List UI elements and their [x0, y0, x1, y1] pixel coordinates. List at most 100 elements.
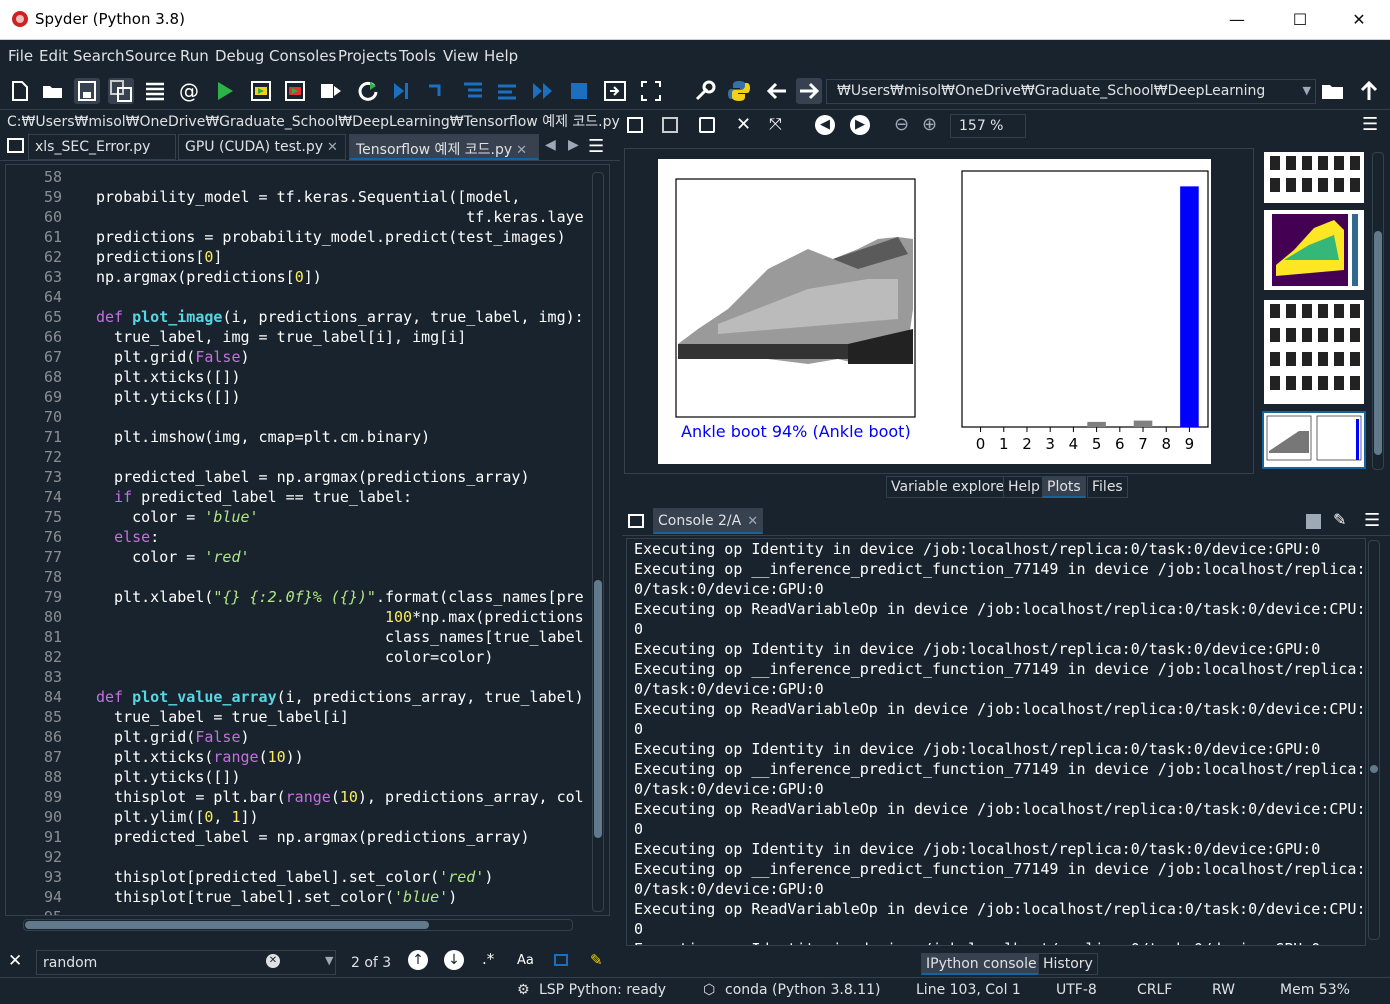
tab-history[interactable]: History — [1038, 953, 1098, 975]
editor-horizontal-scroll-thumb[interactable] — [25, 921, 429, 929]
run-icon[interactable] — [212, 78, 238, 104]
environment-status[interactable]: conda (Python 3.8.11) — [725, 982, 880, 998]
menu-source[interactable]: Source — [125, 47, 177, 65]
minimize-button[interactable]: — — [1214, 6, 1260, 34]
zoom-out-icon[interactable]: ⊖ — [894, 114, 909, 135]
tab-scroll-right-icon[interactable]: ▶ — [568, 137, 579, 153]
fullscreen-icon[interactable] — [638, 78, 664, 104]
code-line[interactable]: 80 100*np.max(predictions — [6, 608, 606, 628]
code-line[interactable]: 75 color = 'blue' — [6, 508, 606, 528]
clear-console-icon[interactable]: ✎ — [1333, 510, 1346, 529]
code-line[interactable]: 73 predicted_label = np.argmax(predictio… — [6, 468, 606, 488]
stop-icon[interactable] — [566, 78, 592, 104]
wrench-icon[interactable] — [692, 78, 718, 104]
step-into-icon[interactable] — [460, 78, 486, 104]
lsp-status[interactable]: LSP Python: ready — [539, 982, 666, 998]
code-line[interactable]: 86 plt.grid(False) — [6, 728, 606, 748]
code-line[interactable]: 67 plt.grid(False) — [6, 348, 606, 368]
run-selection-icon[interactable] — [318, 78, 344, 104]
code-line[interactable]: 66 true_label, img = true_label[i], img[… — [6, 328, 606, 348]
console-vertical-scrollbar[interactable] — [1368, 540, 1380, 940]
close-find-icon[interactable]: ✕ — [8, 951, 22, 971]
plot-thumbnail-2[interactable] — [1262, 208, 1366, 292]
code-line[interactable]: 95 — [6, 908, 606, 915]
editor-vertical-scroll-thumb[interactable] — [594, 580, 602, 838]
code-line[interactable]: 91 predicted_label = np.argmax(predictio… — [6, 828, 606, 848]
code-line[interactable]: 76 else: — [6, 528, 606, 548]
code-line[interactable]: 70 — [6, 408, 606, 428]
code-line[interactable]: 74 if predicted_label == true_label: — [6, 488, 606, 508]
code-line[interactable]: 64 — [6, 288, 606, 308]
code-line[interactable]: 61 predictions = probability_model.predic… — [6, 228, 606, 248]
editor-options-menu-icon[interactable]: ☰ — [588, 136, 604, 157]
tab-files[interactable]: Files — [1087, 476, 1128, 498]
close-tab-icon[interactable]: ✕ — [516, 143, 527, 158]
tab-help[interactable]: Help — [1003, 476, 1045, 498]
code-line[interactable]: 88 plt.yticks([]) — [6, 768, 606, 788]
run-cell-advance-icon[interactable] — [282, 78, 308, 104]
debug-icon[interactable] — [388, 78, 414, 104]
tab-variable-explorer[interactable]: Variable explorer — [886, 476, 1015, 498]
interrupt-kernel-icon[interactable] — [1306, 514, 1321, 529]
plot-thumbnail-3[interactable] — [1262, 298, 1366, 406]
code-line[interactable]: 90 plt.ylim([0, 1]) — [6, 808, 606, 828]
zoom-level-field[interactable]: 157 % — [950, 114, 1026, 138]
code-line[interactable]: 58 — [6, 168, 606, 188]
code-line[interactable]: 72 — [6, 448, 606, 468]
copy-plot-icon[interactable] — [699, 117, 715, 133]
menu-edit[interactable]: Edit — [39, 47, 68, 65]
python-icon[interactable] — [726, 78, 752, 104]
menu-view[interactable]: View — [443, 47, 479, 65]
browse-consoles-icon[interactable] — [628, 514, 644, 528]
code-line[interactable]: 65 def plot_image(i, predictions_array, t… — [6, 308, 606, 328]
code-line[interactable]: 84 def plot_value_array(i, predictions_ar… — [6, 688, 606, 708]
code-line[interactable]: 71 plt.imshow(img, cmap=plt.cm.binary) — [6, 428, 606, 448]
whole-word-icon[interactable] — [554, 954, 568, 966]
plots-options-menu-icon[interactable]: ☰ — [1362, 114, 1378, 135]
code-line[interactable]: 68 plt.xticks([]) — [6, 368, 606, 388]
case-sensitive-button[interactable]: Aa — [517, 953, 534, 968]
at-icon[interactable]: @ — [176, 78, 202, 104]
run-cell-icon[interactable] — [248, 78, 274, 104]
menu-search[interactable]: Search — [73, 47, 125, 65]
close-tab-icon[interactable]: ✕ — [327, 140, 338, 155]
code-line[interactable]: 60 tf.keras.laye — [6, 208, 606, 228]
tab-plots[interactable]: Plots — [1042, 476, 1086, 498]
code-line[interactable]: 94 thisplot[true_label].set_color('blue'… — [6, 888, 606, 908]
code-line[interactable]: 69 plt.yticks([]) — [6, 388, 606, 408]
plot-thumbnail-1[interactable] — [1262, 150, 1366, 205]
code-line[interactable]: 83 — [6, 668, 606, 688]
step-return-icon[interactable] — [494, 78, 520, 104]
continue-icon[interactable] — [530, 78, 556, 104]
maximize-pane-icon[interactable] — [602, 78, 628, 104]
menu-file[interactable]: File — [8, 47, 33, 65]
code-line[interactable]: 78 — [6, 568, 606, 588]
menu-tools[interactable]: Tools — [399, 47, 436, 65]
browse-tabs-icon[interactable] — [7, 138, 24, 153]
menu-run[interactable]: Run — [180, 47, 209, 65]
plot-thumbnail-4[interactable] — [1262, 411, 1366, 469]
save-icon[interactable] — [74, 78, 100, 104]
console-vertical-scroll-thumb[interactable] — [1370, 765, 1378, 773]
code-line[interactable]: 81 class_names[true_label — [6, 628, 606, 648]
tab-scroll-left-icon[interactable]: ◀ — [545, 137, 556, 153]
forward-arrow-icon[interactable] — [796, 78, 822, 104]
outline-icon[interactable] — [142, 78, 168, 104]
menu-help[interactable]: Help — [484, 47, 518, 65]
tab-gpu-cuda-test[interactable]: GPU (CUDA) test.py ✕ — [178, 134, 346, 160]
chevron-down-icon[interactable]: ▼ — [1303, 84, 1311, 97]
code-line[interactable]: 92 — [6, 848, 606, 868]
tab-xls-sec-error[interactable]: xls_SEC_Error.py — [28, 134, 176, 160]
open-file-icon[interactable] — [40, 78, 66, 104]
code-line[interactable]: 85 true_label = true_label[i] — [6, 708, 606, 728]
tab-tensorflow-example[interactable]: Tensorflow 예제 코드.py ✕ — [349, 134, 539, 160]
working-directory-combo[interactable]: ₩Users₩misol₩OneDrive₩Graduate_School₩De… — [826, 79, 1316, 104]
zoom-in-icon[interactable]: ⊕ — [922, 114, 937, 135]
new-file-icon[interactable] — [6, 78, 32, 104]
code-line[interactable]: 79 plt.xlabel("{} {:2.0f}% ({})".format(… — [6, 588, 606, 608]
code-line[interactable]: 93 thisplot[predicted_label].set_color('… — [6, 868, 606, 888]
remove-plot-icon[interactable]: ✕ — [736, 114, 751, 135]
menu-projects[interactable]: Projects — [338, 47, 397, 65]
tab-console-2a[interactable]: Console 2/A ✕ — [653, 508, 764, 534]
save-plot-icon[interactable] — [627, 117, 643, 133]
